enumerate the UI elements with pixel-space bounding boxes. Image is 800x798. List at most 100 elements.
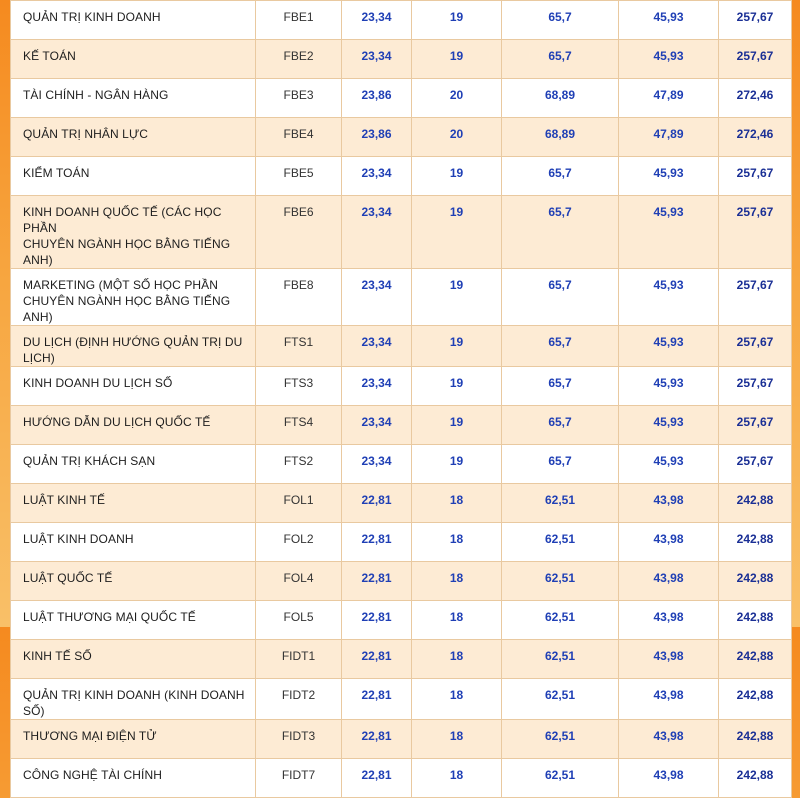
- table-row: KINH DOANH DU LỊCH SỐ FTS3 23,34 19 65,7…: [10, 366, 792, 406]
- score-value: 19: [411, 156, 502, 196]
- major-name: DU LỊCH (ĐỊNH HƯỚNG QUẢN TRỊ DU LỊCH): [10, 325, 256, 367]
- score-value: 19: [411, 39, 502, 79]
- major-name: HƯỚNG DẪN DU LỊCH QUỐC TẾ: [10, 405, 256, 445]
- table-row: LUẬT KINH DOANH FOL2 22,81 18 62,51 43,9…: [10, 522, 792, 562]
- major-name: QUẢN TRỊ KINH DOANH: [10, 0, 256, 40]
- table-row: KINH DOANH QUỐC TẾ (CÁC HỌC PHẦN CHUYÊN …: [10, 195, 792, 269]
- score-value: 65,7: [501, 0, 619, 40]
- score-value: 62,51: [501, 719, 619, 759]
- score-value: 22,81: [341, 719, 412, 759]
- major-name: LUẬT THƯƠNG MẠI QUỐC TẾ: [10, 600, 256, 640]
- score-value: 242,88: [718, 639, 792, 679]
- major-code: FBE1: [255, 0, 342, 40]
- score-value: 65,7: [501, 156, 619, 196]
- score-value: 43,98: [618, 639, 719, 679]
- score-value: 272,46: [718, 78, 792, 118]
- score-value: 45,93: [618, 156, 719, 196]
- major-code: FTS4: [255, 405, 342, 445]
- score-value: 257,67: [718, 39, 792, 79]
- score-value: 18: [411, 719, 502, 759]
- score-value: 23,34: [341, 325, 412, 367]
- score-value: 242,88: [718, 483, 792, 523]
- score-value: 43,98: [618, 678, 719, 720]
- score-value: 23,34: [341, 156, 412, 196]
- table-row: MARKETING (MỘT SỐ HỌC PHẦN CHUYÊN NGÀNH …: [10, 268, 792, 326]
- score-value: 257,67: [718, 405, 792, 445]
- table-row: LUẬT THƯƠNG MẠI QUỐC TẾ FOL5 22,81 18 62…: [10, 600, 792, 640]
- score-value: 23,34: [341, 444, 412, 484]
- score-value: 45,93: [618, 366, 719, 406]
- major-code: FBE6: [255, 195, 342, 269]
- table-row: LUẬT KINH TẾ FOL1 22,81 18 62,51 43,98 2…: [10, 483, 792, 523]
- table-row: CÔNG NGHỆ TÀI CHÍNH FIDT7 22,81 18 62,51…: [10, 758, 792, 798]
- score-value: 45,93: [618, 325, 719, 367]
- score-value: 62,51: [501, 600, 619, 640]
- score-value: 65,7: [501, 39, 619, 79]
- table-row: QUẢN TRỊ KINH DOANH FBE1 23,34 19 65,7 4…: [10, 0, 792, 40]
- major-code: FBE8: [255, 268, 342, 326]
- score-value: 19: [411, 405, 502, 445]
- major-name-line-2: CHUYÊN NGÀNH HỌC BẰNG TIẾNG ANH): [23, 237, 231, 267]
- score-value: 18: [411, 522, 502, 562]
- score-value: 43,98: [618, 522, 719, 562]
- score-value: 65,7: [501, 444, 619, 484]
- score-value: 47,89: [618, 117, 719, 157]
- score-value: 19: [411, 268, 502, 326]
- score-value: 45,93: [618, 0, 719, 40]
- table-row: QUẢN TRỊ KHÁCH SẠN FTS2 23,34 19 65,7 45…: [10, 444, 792, 484]
- table-row: KẾ TOÁN FBE2 23,34 19 65,7 45,93 257,67: [10, 39, 792, 79]
- major-code: FTS1: [255, 325, 342, 367]
- major-name: TÀI CHÍNH - NGÂN HÀNG: [10, 78, 256, 118]
- score-value: 22,81: [341, 561, 412, 601]
- score-value: 18: [411, 600, 502, 640]
- score-value: 62,51: [501, 678, 619, 720]
- major-name-line-1: MARKETING (MỘT SỐ HỌC PHẦN: [23, 278, 219, 292]
- major-name: QUẢN TRỊ KINH DOANH (KINH DOANH SỐ): [10, 678, 256, 720]
- score-value: 22,81: [341, 600, 412, 640]
- score-value: 242,88: [718, 678, 792, 720]
- score-value: 62,51: [501, 561, 619, 601]
- score-value: 18: [411, 678, 502, 720]
- score-value: 242,88: [718, 561, 792, 601]
- score-value: 23,34: [341, 268, 412, 326]
- score-value: 19: [411, 0, 502, 40]
- score-value: 23,34: [341, 0, 412, 40]
- major-name: QUẢN TRỊ NHÂN LỰC: [10, 117, 256, 157]
- major-name: KINH DOANH DU LỊCH SỐ: [10, 366, 256, 406]
- major-name: LUẬT KINH TẾ: [10, 483, 256, 523]
- table-row: HƯỚNG DẪN DU LỊCH QUỐC TẾ FTS4 23,34 19 …: [10, 405, 792, 445]
- score-value: 242,88: [718, 522, 792, 562]
- table-row: KIỂM TOÁN FBE5 23,34 19 65,7 45,93 257,6…: [10, 156, 792, 196]
- score-value: 19: [411, 325, 502, 367]
- major-code: FOL1: [255, 483, 342, 523]
- major-code: FOL5: [255, 600, 342, 640]
- score-value: 22,81: [341, 758, 412, 798]
- admission-score-table: QUẢN TRỊ KINH DOANH FBE1 23,34 19 65,7 4…: [10, 0, 792, 798]
- score-value: 65,7: [501, 268, 619, 326]
- major-code: FBE5: [255, 156, 342, 196]
- score-value: 257,67: [718, 325, 792, 367]
- score-value: 62,51: [501, 639, 619, 679]
- major-name-line-1: KINH DOANH QUỐC TẾ (CÁC HỌC PHẦN: [23, 205, 222, 235]
- score-value: 257,67: [718, 366, 792, 406]
- score-value: 18: [411, 758, 502, 798]
- major-name: KẾ TOÁN: [10, 39, 256, 79]
- score-value: 242,88: [718, 758, 792, 798]
- score-value: 257,67: [718, 0, 792, 40]
- major-name-line-2: CHUYÊN NGÀNH HỌC BẰNG TIẾNG ANH): [23, 294, 231, 324]
- score-value: 65,7: [501, 325, 619, 367]
- major-code: FOL2: [255, 522, 342, 562]
- score-value: 19: [411, 195, 502, 269]
- table-row: DU LỊCH (ĐỊNH HƯỚNG QUẢN TRỊ DU LỊCH) FT…: [10, 325, 792, 367]
- major-name: QUẢN TRỊ KHÁCH SẠN: [10, 444, 256, 484]
- table-row: QUẢN TRỊ NHÂN LỰC FBE4 23,86 20 68,89 47…: [10, 117, 792, 157]
- major-code: FIDT3: [255, 719, 342, 759]
- score-value: 62,51: [501, 522, 619, 562]
- score-value: 65,7: [501, 366, 619, 406]
- score-value: 22,81: [341, 483, 412, 523]
- major-code: FIDT2: [255, 678, 342, 720]
- major-name: THƯƠNG MẠI ĐIỆN TỬ: [10, 719, 256, 759]
- major-code: FIDT1: [255, 639, 342, 679]
- score-value: 65,7: [501, 405, 619, 445]
- score-value: 18: [411, 483, 502, 523]
